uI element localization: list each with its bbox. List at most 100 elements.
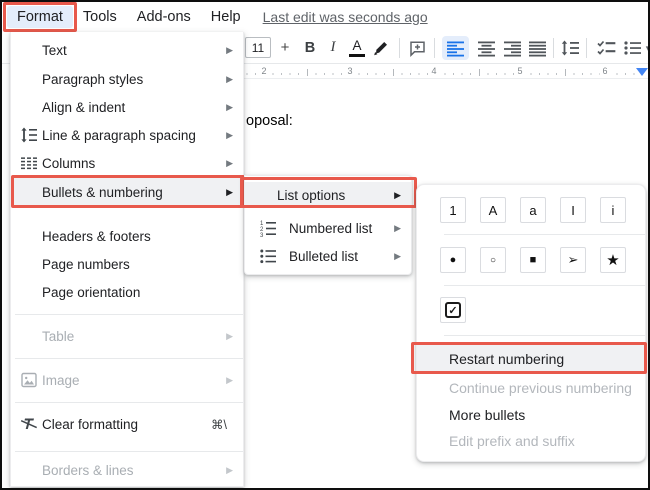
ruler-mark: 6 xyxy=(599,66,610,76)
list-options-menu-panel: 1 A a I i ● ○ ■ ➢ ★ ✓ Restart numbering … xyxy=(416,184,646,462)
submenu-arrow-icon: ▶ xyxy=(226,74,233,85)
menu-item-bulleted-list[interactable]: Bulleted list ▶ xyxy=(245,242,411,270)
menu-divider xyxy=(444,335,645,336)
toolbar-divider xyxy=(434,38,435,58)
number-style-decimal[interactable]: 1 xyxy=(440,197,466,223)
menu-divider xyxy=(15,402,243,403)
menu-item-paragraph-styles[interactable]: Paragraph styles ▶ xyxy=(11,65,243,93)
align-right-button[interactable] xyxy=(499,36,526,60)
menu-item-edit-prefix-suffix: Edit prefix and suffix xyxy=(417,428,645,454)
menu-item-label: Restart numbering xyxy=(449,351,564,367)
menu-item-label: Clear formatting xyxy=(42,417,138,432)
menu-item-line-paragraph-spacing[interactable]: Line & paragraph spacing ▶ xyxy=(11,121,243,149)
line-spacing-icon[interactable] xyxy=(558,38,582,58)
chevron-down-icon[interactable]: ▾ xyxy=(642,41,650,55)
menu-item-label: Headers & footers xyxy=(42,229,151,244)
text-color-button[interactable]: A xyxy=(345,36,369,59)
menu-item-label: Numbered list xyxy=(289,221,372,236)
align-center-button[interactable] xyxy=(473,36,500,60)
submenu-arrow-icon: ▶ xyxy=(226,375,233,386)
menu-item-label: Edit prefix and suffix xyxy=(449,433,575,449)
bulleted-list-toolbar-icon[interactable] xyxy=(621,38,643,58)
submenu-arrow-icon: ▶ xyxy=(394,190,401,201)
menu-item-numbered-list[interactable]: 1 2 3 Numbered list ▶ xyxy=(245,214,411,242)
menu-item-list-options[interactable]: List options ▶ xyxy=(245,182,411,208)
submenu-arrow-icon: ▶ xyxy=(394,251,401,262)
columns-icon xyxy=(20,154,38,172)
toolbar-divider xyxy=(553,38,554,58)
submenu-arrow-icon: ▶ xyxy=(226,187,233,198)
menu-item-label: List options xyxy=(277,188,345,203)
bullet-style-star[interactable]: ★ xyxy=(600,247,626,273)
number-style-upper-alpha[interactable]: A xyxy=(480,197,506,223)
align-left-button[interactable] xyxy=(442,36,469,60)
bullet-style-arrow[interactable]: ➢ xyxy=(560,247,586,273)
menu-item-headers-footers[interactable]: Headers & footers xyxy=(11,222,243,250)
ruler-mark: 4 xyxy=(428,66,439,76)
menu-item-label: Text xyxy=(42,43,67,58)
menu-item-borders-lines: Borders & lines ▶ xyxy=(11,456,243,484)
ruler-mark: 2 xyxy=(258,66,269,76)
menu-item-label: Page orientation xyxy=(42,285,140,300)
menu-item-columns[interactable]: Columns ▶ xyxy=(11,149,243,177)
menu-item-text[interactable]: Text ▶ xyxy=(11,36,243,64)
submenu-arrow-icon: ▶ xyxy=(226,102,233,113)
text-color-letter: A xyxy=(352,38,361,53)
menu-divider xyxy=(15,451,243,452)
menu-divider xyxy=(15,358,243,359)
right-indent-marker[interactable] xyxy=(636,68,648,76)
highlight-color-icon[interactable] xyxy=(370,38,392,58)
ruler: 2 3 4 5 6 xyxy=(238,65,648,79)
submenu-arrow-icon: ▶ xyxy=(394,223,401,234)
document-text: oposal: xyxy=(246,113,293,129)
menu-item-label: Borders & lines xyxy=(42,463,134,478)
number-style-upper-roman[interactable]: I xyxy=(560,197,586,223)
submenu-arrow-icon: ▶ xyxy=(226,465,233,476)
menu-item-label: Continue previous numbering xyxy=(449,380,632,396)
bullet-style-square[interactable]: ■ xyxy=(520,247,546,273)
menu-item-restart-numbering[interactable]: Restart numbering xyxy=(417,345,645,372)
menu-tools[interactable]: Tools xyxy=(73,6,127,28)
ruler-mark: 3 xyxy=(344,66,355,76)
menu-item-page-numbers[interactable]: Page numbers xyxy=(11,250,243,278)
number-style-lower-alpha[interactable]: a xyxy=(520,197,546,223)
submenu-arrow-icon: ▶ xyxy=(226,45,233,56)
bullet-style-checkbox[interactable]: ✓ xyxy=(440,297,466,323)
clear-formatting-icon xyxy=(20,415,38,433)
menu-item-label: Line & paragraph spacing xyxy=(42,128,196,143)
bullet-style-circle[interactable]: ○ xyxy=(480,247,506,273)
last-edit-link[interactable]: Last edit was seconds ago xyxy=(263,9,428,25)
menu-item-label: Paragraph styles xyxy=(42,72,143,87)
number-style-lower-roman[interactable]: i xyxy=(600,197,626,223)
menu-item-label: More bullets xyxy=(449,407,525,423)
menu-item-more-bullets[interactable]: More bullets xyxy=(417,402,645,428)
checklist-icon[interactable] xyxy=(594,38,618,58)
italic-button[interactable]: I xyxy=(323,37,343,58)
menu-item-align-indent[interactable]: Align & indent ▶ xyxy=(11,93,243,121)
menu-item-label: Bulleted list xyxy=(289,249,358,264)
image-icon xyxy=(20,371,38,389)
checkbox-check-icon: ✓ xyxy=(445,302,461,318)
menu-item-table: Table ▶ xyxy=(11,322,243,350)
menu-item-page-orientation[interactable]: Page orientation xyxy=(11,278,243,306)
submenu-arrow-icon: ▶ xyxy=(226,331,233,342)
bold-button[interactable]: B xyxy=(299,37,321,58)
menu-format[interactable]: Format xyxy=(7,6,73,28)
shortcut-label: ⌘\ xyxy=(211,417,233,432)
font-size-input[interactable]: 11 xyxy=(245,37,271,58)
justify-button[interactable] xyxy=(524,36,551,60)
font-size-increase-button[interactable]: + xyxy=(276,37,294,58)
bullet-style-disc[interactable]: ● xyxy=(440,247,466,273)
menu-item-label: Align & indent xyxy=(42,100,125,115)
menu-item-bullets-numbering[interactable]: Bullets & numbering ▶ xyxy=(11,178,243,206)
bullets-numbering-submenu-panel: List options ▶ 1 2 3 Numbered list ▶ xyxy=(244,175,412,275)
menu-item-continue-previous-numbering: Continue previous numbering xyxy=(417,375,645,401)
add-comment-icon[interactable] xyxy=(406,38,428,58)
menu-item-image: Image ▶ xyxy=(11,366,243,394)
svg-text:3: 3 xyxy=(260,233,264,237)
menu-help[interactable]: Help xyxy=(201,6,251,28)
menu-bar: Format Tools Add-ons Help Last edit was … xyxy=(2,2,648,32)
menu-item-clear-formatting[interactable]: Clear formatting ⌘\ xyxy=(11,410,243,438)
ruler-mark: 5 xyxy=(514,66,525,76)
menu-addons[interactable]: Add-ons xyxy=(127,6,201,28)
